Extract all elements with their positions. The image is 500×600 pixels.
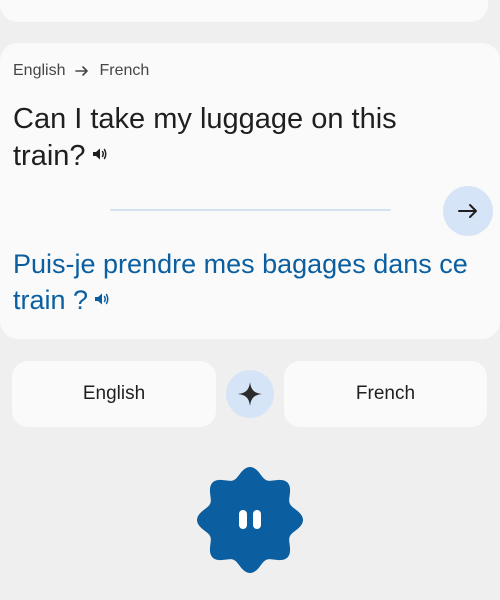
target-language-button[interactable]: French — [284, 361, 487, 427]
volume-icon[interactable] — [92, 147, 108, 161]
arrow-right-icon — [75, 66, 89, 76]
source-language-button-label: English — [82, 383, 146, 404]
target-language-label: French — [99, 62, 150, 79]
pause-button[interactable] — [196, 466, 304, 574]
source-text-block: Can I take my luggage on this train? — [13, 101, 433, 175]
translate-button[interactable] — [443, 186, 493, 236]
volume-icon[interactable] — [94, 292, 110, 306]
source-text: Can I take my luggage on this train? — [13, 103, 397, 172]
target-text-block: Puis-je prendre mes bagages dans ce trai… — [13, 246, 493, 318]
previous-card — [0, 0, 488, 22]
source-language-label: English — [13, 62, 66, 79]
source-language-button[interactable]: English — [12, 361, 216, 427]
target-language-button-label: French — [355, 383, 416, 404]
language-route: English French — [13, 61, 149, 81]
divider — [110, 209, 391, 211]
target-text: Puis-je prendre mes bagages dans ce trai… — [13, 249, 468, 315]
sparkle-icon — [238, 382, 262, 406]
pause-icon — [197, 467, 303, 573]
arrow-right-icon — [458, 204, 477, 218]
sparkle-button[interactable] — [226, 370, 274, 418]
